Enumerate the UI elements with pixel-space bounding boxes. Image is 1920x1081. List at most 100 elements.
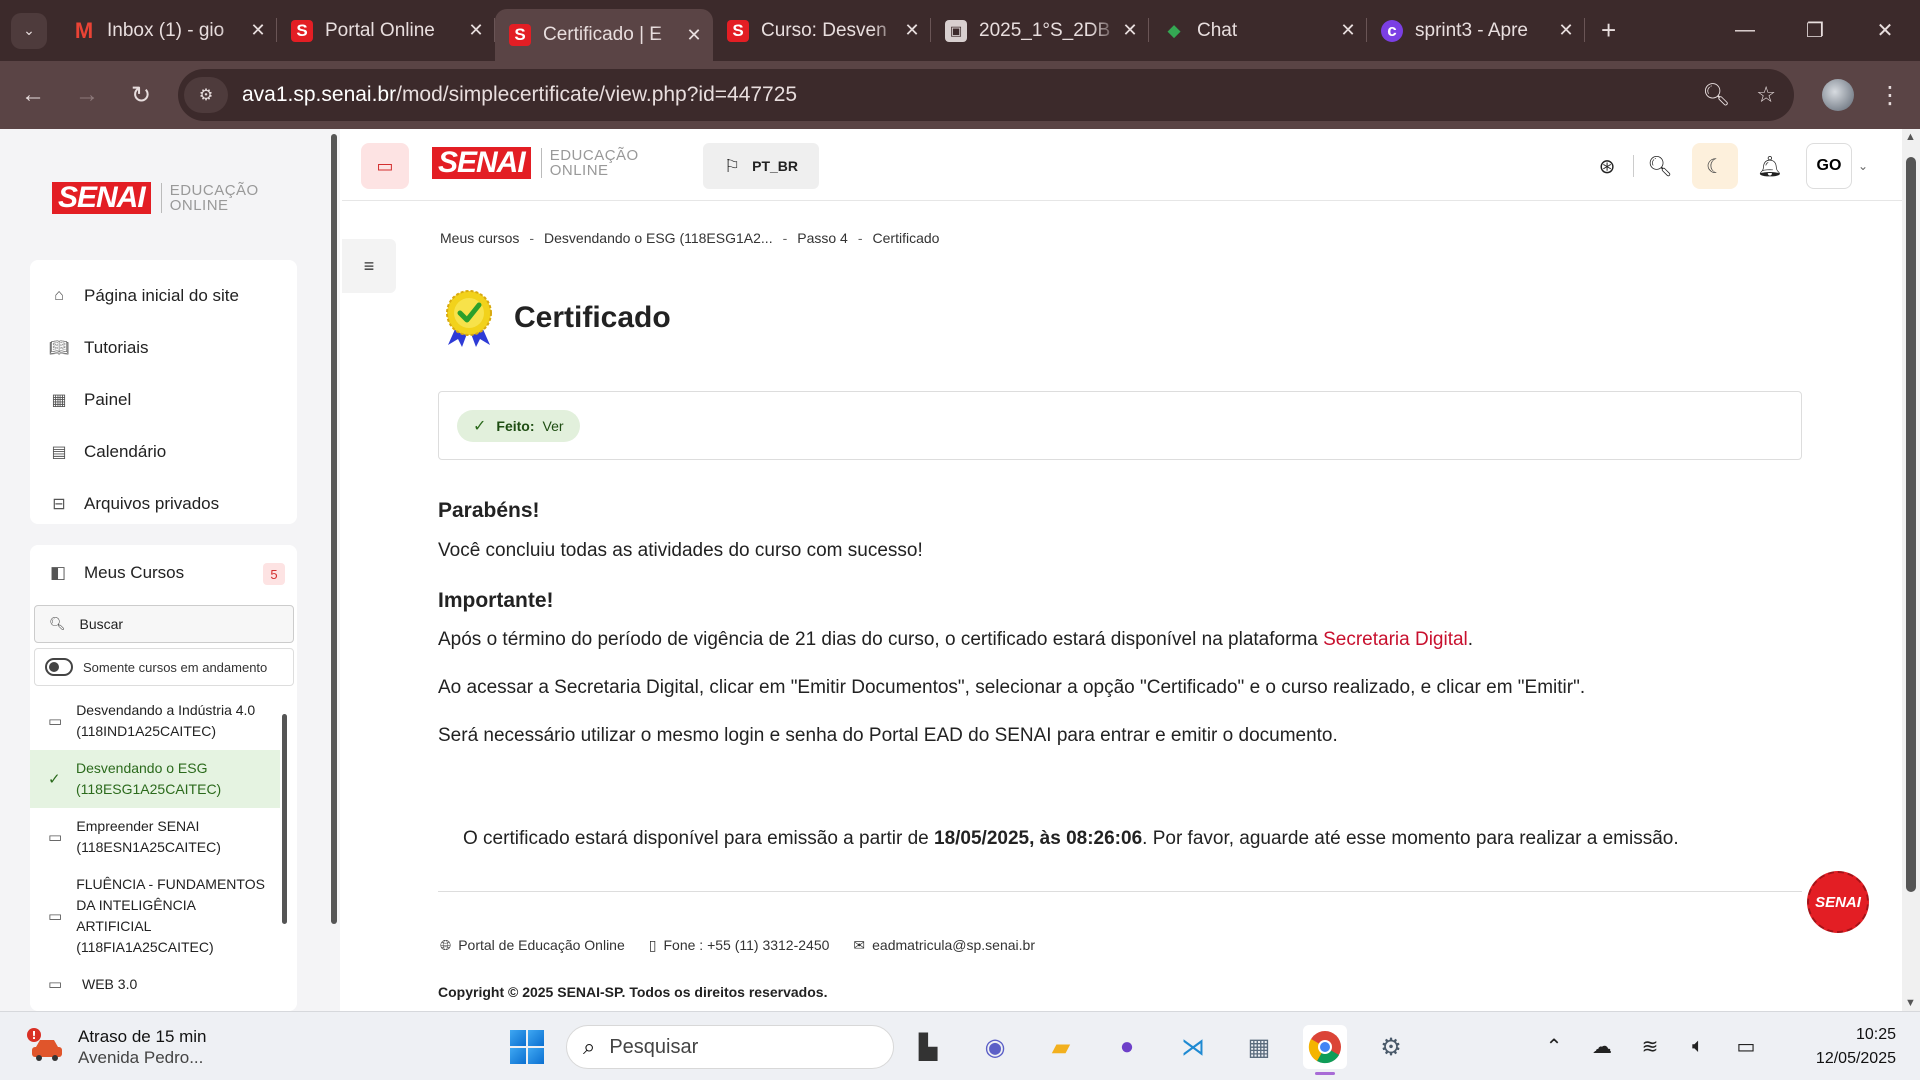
search-icon[interactable]: 🔍︎ <box>1634 154 1686 179</box>
search-icon: ⌕ <box>583 1034 596 1059</box>
restore-icon[interactable]: ❐ <box>1780 0 1850 61</box>
vscode-icon[interactable]: ⋊ <box>1171 1025 1215 1069</box>
course-item-selected[interactable]: ✓ Desvendando o ESG (118ESG1A25CAITEC) <box>30 750 280 808</box>
tab-search-button[interactable]: ⌄ <box>11 12 47 49</box>
tab-chat[interactable]: ◆ Chat ✕ <box>1149 0 1367 61</box>
url-text[interactable]: ava1.sp.senai.br/mod/simplecertificate/v… <box>242 83 797 107</box>
forward-icon[interactable]: → <box>60 81 114 109</box>
reload-icon[interactable]: ↻ <box>114 81 168 110</box>
course-item[interactable]: ▭ Empreender SENAI (118ESN1A25CAITEC) <box>30 808 280 866</box>
file-explorer-icon[interactable]: ▰ <box>1039 1025 1083 1069</box>
language-selector[interactable]: ⚐ PT_BR <box>703 143 819 189</box>
page-scrollbar[interactable]: ▲ ▼ <box>1902 129 1920 1011</box>
senai-chat-button[interactable]: SENAI <box>1807 871 1869 933</box>
drawer-logo[interactable]: SENAI EDUCAÇÃO ONLINE <box>52 182 259 214</box>
browser-menu-icon[interactable]: ⋮ <box>1878 81 1902 110</box>
task-view-icon[interactable]: ▙ <box>906 1025 950 1069</box>
certificate-rosette-icon <box>446 290 492 347</box>
traffic-widget[interactable]: ! Atraso de 15 min Avenida Pedro... <box>26 1025 207 1068</box>
dark-mode-toggle[interactable]: ☾ <box>1692 143 1738 189</box>
bookmark-star-icon[interactable]: ☆ <box>1756 82 1776 108</box>
activity-completion-box: ✓ Feito: Ver <box>438 391 1802 460</box>
close-icon[interactable]: ✕ <box>1119 20 1141 41</box>
course-item[interactable]: ▭ Desvendando a Indústria 4.0 (118IND1A25… <box>30 692 280 750</box>
tab-sprint3[interactable]: c sprint3 - Apre ✕ <box>1367 0 1585 61</box>
course-index-toggle[interactable]: ≡ <box>342 239 396 293</box>
zoom-icon[interactable]: 🔍︎ <box>1702 82 1730 108</box>
back-icon[interactable]: ← <box>6 81 60 109</box>
course-search-input[interactable]: 🔍︎ Buscar <box>34 605 294 643</box>
nav-item-calendario[interactable]: ▤ Calendário <box>30 426 297 478</box>
wifi-icon[interactable]: ≋ <box>1626 1034 1674 1059</box>
nav-item-arquivos[interactable]: ⊟ Arquivos privados <box>30 478 297 530</box>
footer-email-link[interactable]: ✉ eadmatricula@sp.senai.br <box>853 937 1035 954</box>
chat-icon: ◆ <box>1167 20 1181 40</box>
omnibox[interactable]: ⚙ ava1.sp.senai.br/mod/simplecertificate… <box>178 69 1794 121</box>
tab-portal-online[interactable]: S Portal Online ✕ <box>277 0 495 61</box>
close-icon[interactable]: ✕ <box>901 20 923 41</box>
drawer-toggle-button[interactable]: ▭ <box>361 143 409 189</box>
course-item[interactable]: ▭ WEB 3.0 <box>30 966 280 1003</box>
tab-curso[interactable]: S Curso: Desven ✕ <box>713 0 931 61</box>
tab-certificado[interactable]: S Certificado | E ✕ <box>495 9 713 61</box>
breadcrumb-item[interactable]: Meus cursos <box>440 230 519 246</box>
nav-item-home[interactable]: ⌂ Página inicial do site <box>30 270 297 322</box>
user-menu-caret-icon[interactable]: ⌄ <box>1852 159 1874 173</box>
tab-inbox[interactable]: M Inbox (1) - gio ✕ <box>59 0 277 61</box>
onedrive-cloud-icon[interactable]: ☁ <box>1578 1034 1626 1059</box>
teams-icon[interactable]: ◉ <box>973 1025 1017 1069</box>
volume-icon[interactable]: 🔈︎ <box>1674 1035 1722 1058</box>
important-paragraph-3: Será necessário utilizar o mesmo login e… <box>438 725 1338 746</box>
footer-portal-link[interactable]: 🌐︎ Portal de Educação Online <box>440 937 625 954</box>
canva-icon: c <box>1381 19 1403 42</box>
drawer-scrollbar[interactable] <box>330 134 338 934</box>
tab-classroom[interactable]: ▣ 2025_1°S_2DB ✕ <box>931 0 1149 61</box>
congrats-heading: Parabéns! <box>438 499 540 522</box>
close-window-icon[interactable]: ✕ <box>1850 0 1920 61</box>
breadcrumb-item[interactable]: Certificado <box>873 230 940 246</box>
course-list-scrollbar[interactable] <box>282 714 287 924</box>
breadcrumb-item[interactable]: Passo 4 <box>797 230 848 246</box>
profile-avatar[interactable] <box>1822 79 1854 111</box>
close-icon[interactable]: ✕ <box>465 20 487 41</box>
settings-gear-icon[interactable]: ⚙ <box>1369 1025 1413 1069</box>
dashboard-icon: ▦ <box>51 392 67 409</box>
senai-logo: SENAI <box>52 182 151 214</box>
close-icon[interactable]: ✕ <box>1337 20 1359 41</box>
close-icon[interactable]: ✕ <box>247 20 269 41</box>
monitor-icon: ▭ <box>48 976 63 993</box>
nav-item-tutoriais[interactable]: 📖︎ Tutoriais <box>30 322 297 374</box>
my-courses-header[interactable]: ◧ Meus Cursos <box>30 545 297 601</box>
notification-bell-icon[interactable]: 🔔︎ <box>1744 154 1796 179</box>
in-progress-toggle[interactable]: Somente cursos em andamento <box>34 648 294 686</box>
windows-start-icon[interactable] <box>510 1030 544 1064</box>
new-tab-button[interactable]: + <box>1601 15 1616 46</box>
user-avatar[interactable]: GO <box>1806 143 1852 189</box>
page-scroll-thumb[interactable] <box>1906 157 1916 892</box>
calculator-icon[interactable]: ▦ <box>1237 1025 1281 1069</box>
course-item[interactable]: ▭ FLUÊNCIA - FUNDAMENTOS DA INTELIGÊNCIA … <box>30 866 280 966</box>
accessibility-icon[interactable]: ⊛ <box>1581 154 1633 179</box>
breadcrumb-item[interactable]: Desvendando o ESG (118ESG1A2... <box>544 230 773 246</box>
senai-icon: S <box>727 19 749 42</box>
github-desktop-icon[interactable]: ● <box>1105 1025 1149 1069</box>
close-icon[interactable]: ✕ <box>1555 20 1577 41</box>
minimize-icon[interactable]: — <box>1710 0 1780 61</box>
monitor-icon: ▭ <box>48 828 63 846</box>
toggle-switch[interactable] <box>45 658 73 676</box>
window-controls: — ❐ ✕ <box>1710 0 1920 61</box>
gmail-icon: M <box>74 17 94 43</box>
battery-icon[interactable]: ▭ <box>1722 1034 1770 1059</box>
tab-title: Portal Online <box>325 19 435 41</box>
scroll-up-icon[interactable]: ▲ <box>1905 131 1916 143</box>
secretaria-digital-link[interactable]: Secretaria Digital <box>1323 629 1468 650</box>
taskbar-clock[interactable]: 10:25 12/05/2025 <box>1770 1023 1920 1071</box>
close-icon[interactable]: ✕ <box>683 25 705 46</box>
taskbar-search[interactable]: ⌕ Pesquisar <box>566 1025 894 1069</box>
site-settings-icon[interactable]: ⚙ <box>184 77 228 113</box>
navbar-logo[interactable]: SENAI EDUCAÇÃO ONLINE <box>432 147 639 179</box>
chevron-up-icon[interactable]: ⌃ <box>1530 1034 1578 1059</box>
scroll-down-icon[interactable]: ▼ <box>1905 997 1916 1009</box>
chrome-icon[interactable] <box>1303 1025 1347 1075</box>
nav-item-painel[interactable]: ▦ Painel <box>30 374 297 426</box>
